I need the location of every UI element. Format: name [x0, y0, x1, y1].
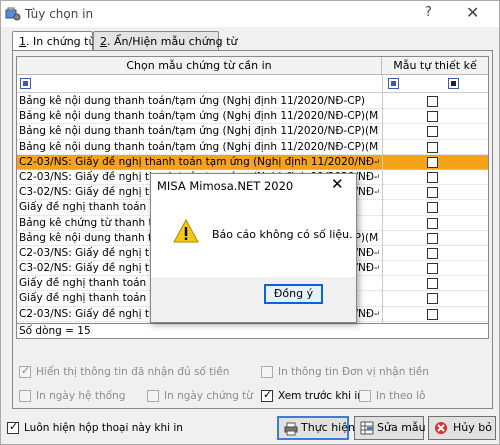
table-row[interactable]: Bảng kê nội dung thanh toán/tạm ứng (Ngh…: [17, 140, 488, 155]
checkbox-box[interactable]: [261, 388, 273, 402]
table-row[interactable]: C2-03/NS: Giấy đề nghị thanh toán tạm ứn…: [17, 154, 488, 170]
filter-icon[interactable]: [20, 78, 31, 89]
custom-template-checkbox[interactable]: [427, 217, 438, 229]
dialog-title: MISA Mimosa.NET 2020: [157, 179, 294, 193]
tab-print-voucher-key: 1: [19, 35, 26, 48]
grid-header: Chọn mẫu chứng từ cần in Mẫu tự thiết kế: [17, 57, 488, 75]
close-button[interactable]: ✕: [466, 3, 479, 22]
cancel-button[interactable]: Hủy bỏ: [428, 416, 496, 440]
custom-template-checkbox[interactable]: [427, 156, 438, 168]
message-dialog: MISA Mimosa.NET 2020 ✕ Báo cáo không có …: [150, 173, 357, 323]
tab-print-voucher[interactable]: 1. In chứng từ: [12, 31, 96, 52]
custom-template-checkbox[interactable]: [427, 126, 438, 138]
always-show-label: Luôn hiện hộp thoại này khi in: [24, 422, 183, 434]
edit-template-label: Sửa mẫu: [377, 421, 426, 434]
title-bar: Tùy chọn in ? ✕: [1, 1, 499, 27]
custom-template-checkbox[interactable]: [427, 293, 438, 305]
show-info-label: Hiển thị thông tin đã nhận đủ số tiền: [36, 366, 230, 378]
system-date-label: In ngày hệ thống: [36, 390, 126, 402]
dialog-body: Báo cáo không có số liệu.: [151, 201, 356, 277]
print-settings-icon: [5, 7, 21, 21]
preview-label: Xem trước khi in: [278, 390, 364, 402]
table-row[interactable]: Bảng kê nội dung thanh toán/tạm ứng (Ngh…: [17, 94, 488, 110]
custom-template-checkbox[interactable]: [427, 202, 438, 214]
template-name: C2-03/NS: Giấy đề nghị thanh toán tạm ứn…: [19, 155, 379, 168]
voucher-date-label: In ngày chứng từ: [164, 390, 253, 402]
template-name: Bảng kê nội dung thanh toán/tạm ứng (Ngh…: [19, 140, 379, 153]
checkbox-box[interactable]: [359, 390, 371, 402]
custom-template-checkbox[interactable]: [427, 141, 438, 153]
template-name: Bảng kê nội dung thanh toán/tạm ứng (Ngh…: [19, 110, 379, 123]
cancel-icon: [435, 422, 447, 434]
custom-template-checkbox[interactable]: [427, 308, 438, 320]
dialog-footer: Đồng ý: [151, 277, 356, 322]
custom-template-checkbox[interactable]: [427, 263, 438, 275]
custom-template-checkbox[interactable]: [427, 187, 438, 199]
table-row[interactable]: Bảng kê nội dung thanh toán/tạm ứng (Ngh…: [17, 109, 488, 125]
printer-icon: [284, 422, 298, 436]
execute-button[interactable]: Thực hiện: [277, 416, 355, 440]
dialog-message: Báo cáo không có số liệu.: [212, 228, 353, 241]
tab-show-hide-templates[interactable]: 2. Ẩn/Hiện mẫu chứng từ: [93, 31, 237, 51]
template-name: Bảng kê nội dung thanh toán/tạm ứng (Ngh…: [19, 95, 366, 107]
checkbox-box[interactable]: [19, 390, 31, 402]
select-all-checkbox[interactable]: [448, 78, 459, 89]
tab-show-hide-key: 2: [100, 35, 107, 48]
filter-icon[interactable]: [388, 78, 399, 89]
filter-row: [17, 75, 488, 93]
custom-template-checkbox[interactable]: [427, 232, 438, 244]
edit-template-button[interactable]: Sửa mẫu: [354, 416, 426, 440]
by-batch-label: In theo lô: [376, 390, 426, 402]
checkbox-box[interactable]: [261, 366, 273, 378]
checkbox-box[interactable]: [147, 390, 159, 402]
custom-template-checkbox[interactable]: [427, 96, 438, 107]
checkbox-box[interactable]: [19, 364, 31, 378]
warning-icon: [173, 219, 199, 243]
table-row[interactable]: Bảng kê nội dung thanh toán/tạm ứng (Ngh…: [17, 124, 488, 140]
column-divider: [382, 75, 383, 323]
custom-template-checkbox[interactable]: [427, 278, 438, 290]
ok-button[interactable]: Đồng ý: [264, 284, 323, 304]
tab-show-hide-label: . Ẩn/Hiện mẫu chứng từ: [107, 35, 238, 48]
edit-grid-icon: [360, 421, 374, 435]
execute-label: Thực hiện: [301, 421, 355, 434]
row-count: Số dòng = 15: [16, 324, 489, 339]
column-header-template[interactable]: Chọn mẫu chứng từ cần in: [17, 57, 382, 75]
tab-print-voucher-label: . In chứng từ: [26, 35, 96, 48]
unit-info-label: In thông tin Đơn vị nhận tiền: [278, 366, 429, 378]
checkbox-box[interactable]: [7, 420, 19, 434]
help-button[interactable]: ?: [425, 5, 432, 20]
dialog-close-button[interactable]: ✕: [331, 175, 344, 193]
column-header-custom[interactable]: Mẫu tự thiết kế: [382, 57, 488, 75]
window-title: Tùy chọn in: [25, 7, 94, 21]
cancel-label: Hủy bỏ: [453, 421, 492, 434]
custom-template-checkbox[interactable]: [427, 247, 438, 259]
custom-template-checkbox[interactable]: [427, 171, 438, 183]
custom-template-checkbox[interactable]: [427, 111, 438, 123]
template-name: Bảng kê nội dung thanh toán/tạm ứng (Ngh…: [19, 125, 379, 138]
